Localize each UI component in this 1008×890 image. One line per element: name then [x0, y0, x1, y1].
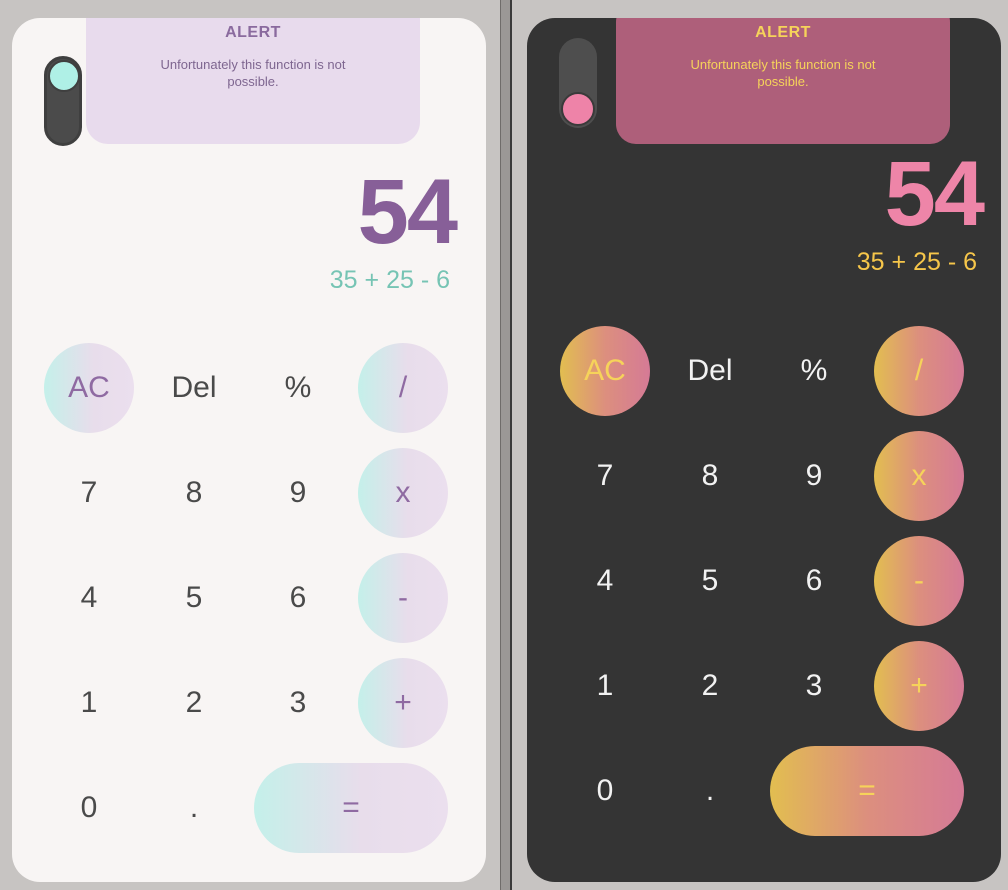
minus-button[interactable]: -: [874, 536, 964, 626]
alert-title: ALERT: [225, 24, 281, 41]
digit-1-button[interactable]: 1: [44, 658, 134, 748]
divide-button[interactable]: /: [358, 343, 448, 433]
toggle-knob[interactable]: [48, 60, 80, 92]
calculator-dark: ALERT Unfortunately this function is not…: [527, 18, 1001, 882]
digit-2-button[interactable]: 2: [665, 641, 755, 731]
decimal-button[interactable]: .: [149, 763, 239, 853]
alert-title: ALERT: [755, 24, 811, 41]
digit-4-button[interactable]: 4: [44, 553, 134, 643]
digit-0-button[interactable]: 0: [44, 763, 134, 853]
minus-button[interactable]: -: [358, 553, 448, 643]
digit-7-button[interactable]: 7: [560, 431, 650, 521]
digit-7-button[interactable]: 7: [44, 448, 134, 538]
toggle-knob[interactable]: [561, 92, 595, 126]
divide-button[interactable]: /: [874, 326, 964, 416]
theme-toggle[interactable]: [44, 56, 82, 146]
alert-box: ALERT Unfortunately this function is not…: [616, 18, 950, 144]
percent-button[interactable]: %: [769, 326, 859, 416]
expression-display: 35 + 25 - 6: [856, 248, 977, 276]
digit-2-button[interactable]: 2: [149, 658, 239, 748]
digit-3-button[interactable]: 3: [769, 641, 859, 731]
light-theme-pane: ALERT Unfortunately this function is not…: [0, 0, 500, 890]
calculator-light: ALERT Unfortunately this function is not…: [12, 18, 486, 882]
multiply-button[interactable]: x: [358, 448, 448, 538]
digit-9-button[interactable]: 9: [253, 448, 343, 538]
plus-button[interactable]: +: [358, 658, 448, 748]
digit-6-button[interactable]: 6: [253, 553, 343, 643]
equals-button[interactable]: =: [254, 763, 448, 853]
alert-message: Unfortunately this function is not possi…: [690, 57, 876, 89]
digit-6-button[interactable]: 6: [769, 536, 859, 626]
decimal-button[interactable]: .: [665, 746, 755, 836]
result-display: 54: [884, 143, 985, 245]
digit-9-button[interactable]: 9: [769, 431, 859, 521]
digit-0-button[interactable]: 0: [560, 746, 650, 836]
percent-button[interactable]: %: [253, 343, 343, 433]
digit-4-button[interactable]: 4: [560, 536, 650, 626]
digit-3-button[interactable]: 3: [253, 658, 343, 748]
alert-message: Unfortunately this function is not possi…: [160, 57, 346, 89]
digit-8-button[interactable]: 8: [149, 448, 239, 538]
alert-box: ALERT Unfortunately this function is not…: [86, 18, 420, 144]
equals-button[interactable]: =: [770, 746, 964, 836]
ac-button[interactable]: AC: [44, 343, 134, 433]
pane-divider: [500, 0, 512, 890]
result-display: 54: [357, 161, 458, 263]
dark-theme-pane: ALERT Unfortunately this function is not…: [512, 0, 1008, 890]
digit-5-button[interactable]: 5: [665, 536, 755, 626]
digit-8-button[interactable]: 8: [665, 431, 755, 521]
expression-display: 35 + 25 - 6: [329, 266, 450, 294]
ac-button[interactable]: AC: [560, 326, 650, 416]
digit-1-button[interactable]: 1: [560, 641, 650, 731]
multiply-button[interactable]: x: [874, 431, 964, 521]
theme-toggle[interactable]: [559, 38, 597, 128]
delete-button[interactable]: Del: [149, 343, 239, 433]
delete-button[interactable]: Del: [665, 326, 755, 416]
plus-button[interactable]: +: [874, 641, 964, 731]
digit-5-button[interactable]: 5: [149, 553, 239, 643]
